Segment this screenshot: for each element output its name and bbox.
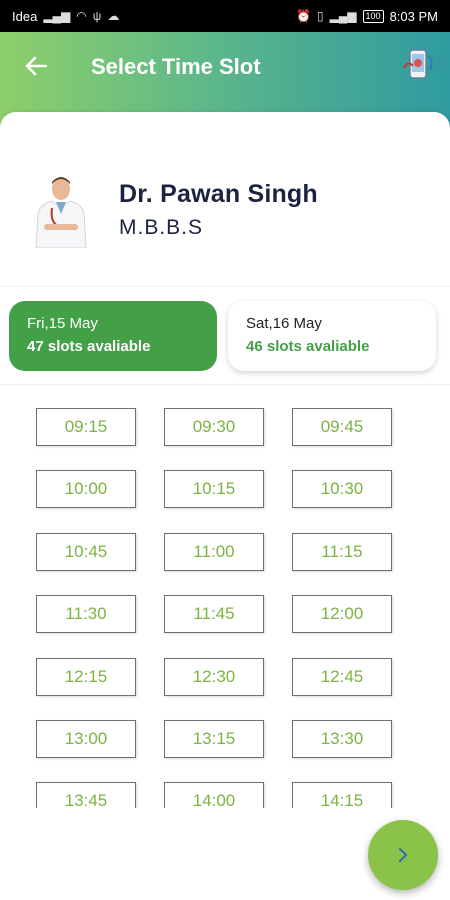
usb-icon: ψ <box>92 9 102 23</box>
doctor-info: Dr. Pawan Singh M.B.B.S <box>0 164 450 264</box>
time-slot[interactable]: 12:00 <box>292 595 392 633</box>
time-slot[interactable]: 10:45 <box>36 533 136 571</box>
time-slot[interactable]: 12:15 <box>36 658 136 696</box>
divider <box>0 384 450 385</box>
carrier-name: Idea <box>12 8 38 24</box>
cell-signal-icon: ▂▄▆ <box>329 9 357 23</box>
time-slot[interactable]: 11:45 <box>164 595 264 633</box>
time-slot[interactable]: 13:30 <box>292 720 392 758</box>
time-slot[interactable]: 14:15 <box>292 782 392 808</box>
clock-time: 8:03 PM <box>389 8 438 24</box>
time-slot[interactable]: 11:30 <box>36 595 136 633</box>
date-tab-fri-15-may[interactable]: Fri,15 May 47 slots avaliable <box>9 301 217 371</box>
time-slot[interactable]: 14:00 <box>164 782 264 808</box>
time-slot[interactable]: 13:15 <box>164 720 264 758</box>
time-slot[interactable]: 09:30 <box>164 408 264 446</box>
doctor-degree: M.B.B.S <box>119 216 204 239</box>
doctor-avatar <box>35 177 87 248</box>
date-label: Sat,16 May <box>246 315 322 332</box>
chevron-right-icon <box>399 848 407 862</box>
battery-icon: 100 <box>362 9 384 23</box>
doctor-name: Dr. Pawan Singh <box>119 180 318 208</box>
arrow-left-icon <box>25 56 47 76</box>
time-slot[interactable]: 11:15 <box>292 533 392 571</box>
time-slot-grid: 09:15 09:30 09:45 10:00 10:15 10:30 10:4… <box>0 408 450 808</box>
time-slot[interactable]: 13:45 <box>36 782 136 808</box>
cloud-icon: ☁ <box>107 9 120 23</box>
status-right: ⏰ ▯ ▂▄▆ 100 8:03 PM <box>296 9 438 24</box>
app-logo-icon <box>403 49 433 79</box>
back-button[interactable] <box>22 52 50 80</box>
time-slot[interactable]: 12:45 <box>292 658 392 696</box>
next-button[interactable] <box>368 820 438 890</box>
page-title: Select Time Slot <box>91 54 261 79</box>
date-label: Fri,15 May <box>27 315 98 332</box>
slots-count: 46 slots avaliable <box>246 338 370 355</box>
time-slot[interactable]: 13:00 <box>36 720 136 758</box>
main-card: Dr. Pawan Singh M.B.B.S Fri,15 May 47 sl… <box>0 112 450 900</box>
time-slot[interactable]: 09:15 <box>36 408 136 446</box>
time-slot[interactable]: 11:00 <box>164 533 264 571</box>
status-bar: Idea ▂▄▆ ◠ ψ ☁ ⏰ ▯ ▂▄▆ 100 8:03 PM <box>0 0 450 32</box>
time-slot[interactable]: 09:45 <box>292 408 392 446</box>
status-left: Idea ▂▄▆ ◠ ψ ☁ <box>12 9 119 24</box>
alarm-icon: ⏰ <box>296 9 311 23</box>
signal-icon: ▂▄▆ <box>43 9 71 23</box>
time-slot[interactable]: 12:30 <box>164 658 264 696</box>
time-slot[interactable]: 10:15 <box>164 470 264 508</box>
wifi-icon: ◠ <box>76 9 87 23</box>
divider <box>0 286 450 287</box>
vibrate-icon: ▯ <box>316 9 324 23</box>
date-tab-sat-16-may[interactable]: Sat,16 May 46 slots avaliable <box>228 301 436 371</box>
time-slot[interactable]: 10:00 <box>36 470 136 508</box>
time-slot[interactable]: 10:30 <box>292 470 392 508</box>
slots-count: 47 slots avaliable <box>27 338 151 355</box>
